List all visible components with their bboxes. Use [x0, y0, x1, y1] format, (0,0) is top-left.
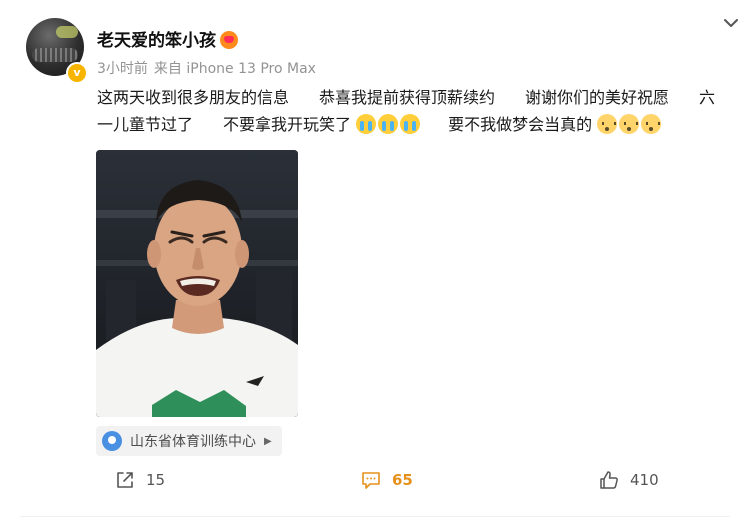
location-text[interactable]: 山东省体育训练中心	[130, 431, 256, 451]
chevron-down-icon[interactable]	[722, 14, 740, 32]
text-segment: 六	[699, 88, 716, 107]
location-pin-icon	[102, 431, 122, 451]
username[interactable]: 老天爱的笨小孩	[97, 26, 238, 51]
text-segment: 不要拿我开玩笑了	[223, 115, 352, 134]
like-count: 410	[630, 471, 659, 489]
dull-face-emoji-icon	[619, 114, 640, 134]
text-segment: 一儿童节过了	[97, 115, 194, 134]
text-segment: 要不我做梦会当真的	[448, 115, 593, 134]
repost-count: 15	[146, 471, 166, 489]
post-time: 3小时前	[97, 61, 148, 77]
avatar-tattoo-decoration	[32, 48, 78, 62]
comment-button[interactable]: 65	[360, 466, 413, 494]
member-badge-icon	[220, 31, 238, 49]
cry-emoji-icon	[356, 114, 377, 134]
repost-button[interactable]: 15	[114, 466, 165, 494]
cry-emoji-icon	[378, 114, 399, 134]
dull-face-emoji-icon	[641, 114, 662, 134]
verified-badge-icon: v	[66, 62, 88, 84]
action-bar: 15 65 410	[0, 466, 750, 496]
post-meta: 3小时前 来自 iPhone 13 Pro Max	[97, 58, 316, 78]
weibo-post: v 老天爱的笨小孩 3小时前 来自 iPhone 13 Pro Max 这两天收到…	[0, 0, 750, 525]
username-text[interactable]: 老天爱的笨小孩	[97, 31, 216, 51]
post-source: 来自 iPhone 13 Pro Max	[153, 61, 316, 77]
like-button[interactable]: 410	[598, 466, 659, 494]
share-icon	[117, 472, 133, 488]
text-segment: 恭喜我提前获得顶薪续约	[319, 88, 496, 107]
post-text-line-2: 一儿童节过了 不要拿我开玩笑了 要不我做梦会当真的	[97, 111, 737, 138]
avatar-logo-decoration	[56, 26, 78, 38]
location-tag[interactable]: 山东省体育训练中心 ▶	[96, 426, 282, 456]
post-text: 这两天收到很多朋友的信息 恭喜我提前获得顶薪续约 谢谢你们的美好祝愿 六 一儿童节过了…	[97, 84, 737, 138]
text-segment: 谢谢你们的美好祝愿	[525, 88, 670, 107]
comment-icon	[362, 472, 380, 489]
crying-man-photo	[96, 150, 298, 417]
comment-count: 65	[392, 471, 413, 489]
dull-face-emoji-icon	[597, 114, 618, 134]
divider	[20, 516, 730, 517]
post-image[interactable]	[96, 150, 298, 417]
cry-emoji-icon	[400, 114, 421, 134]
thumbs-up-icon	[600, 471, 618, 489]
text-segment: 这两天收到很多朋友的信息	[97, 88, 290, 107]
arrow-right-icon: ▶	[264, 435, 272, 447]
post-text-line-1: 这两天收到很多朋友的信息 恭喜我提前获得顶薪续约 谢谢你们的美好祝愿 六	[97, 84, 737, 111]
